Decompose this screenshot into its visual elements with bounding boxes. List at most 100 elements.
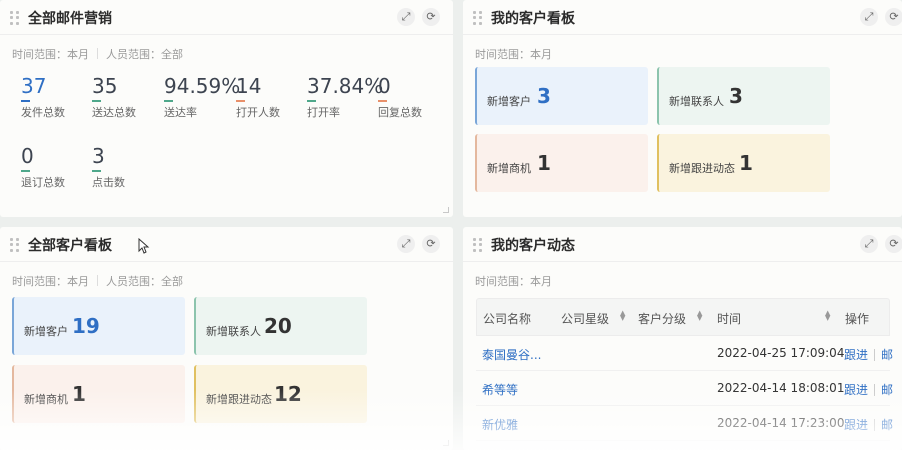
stat-label: 打开人数 [236, 106, 280, 119]
mouse-cursor-icon [138, 238, 150, 254]
follow-up-link[interactable]: 跟进 [844, 348, 868, 362]
stat-label: 回复总数 [378, 106, 422, 119]
stat-underline [378, 100, 387, 102]
stat-label: 打开率 [307, 106, 340, 119]
stat-reply-total[interactable]: 0 回复总数 [378, 74, 450, 120]
time-range: 时间范围：本月 [12, 275, 89, 288]
stat-delivery-rate: 94.59% 送达率 [164, 74, 241, 120]
follow-up-link[interactable]: 跟进 [844, 418, 868, 432]
panel-header: 我的客户动态 ⤢ ⟳ [463, 227, 902, 262]
card-value: 20 [264, 314, 292, 338]
card-new-customers[interactable]: 新增客户 19 [12, 297, 185, 355]
panel-title: 全部客户看板 [28, 238, 112, 254]
filter-meta: 时间范围：本月 人员范围：全部 [12, 46, 183, 62]
stat-underline [21, 170, 30, 172]
col-company-name[interactable]: 公司名称 [483, 310, 531, 327]
card-new-customers[interactable]: 新增客户 3 [475, 67, 648, 125]
card-label: 新增跟进动态 [206, 393, 272, 406]
col-time[interactable]: 时间 [717, 310, 741, 327]
stat-label: 送达率 [164, 106, 197, 119]
sort-icon[interactable]: ▲ ▼ [697, 310, 702, 322]
stat-value: 0 [378, 74, 391, 98]
company-name-link[interactable]: 希等等 [482, 381, 518, 398]
expand-icon[interactable]: ⤢ [860, 8, 878, 26]
stat-value: 35 [92, 74, 118, 98]
table-row: 新优雅 2022-04-14 17:23:00 跟进邮 [476, 406, 893, 441]
drag-handle-icon[interactable] [473, 238, 482, 252]
row-time: 2022-04-25 17:09:04 [717, 346, 845, 360]
stat-opened-people[interactable]: 14 打开人数 [236, 74, 308, 120]
time-range: 时间范围：本月 [475, 48, 552, 61]
refresh-icon[interactable]: ⟳ [422, 8, 440, 26]
refresh-icon[interactable]: ⟳ [422, 235, 440, 253]
people-range: 人员范围：全部 [106, 48, 183, 61]
filter-meta: 时间范围：本月 人员范围：全部 [12, 273, 183, 289]
stat-underline [236, 100, 245, 102]
follow-up-link[interactable]: 跟进 [844, 383, 868, 397]
drag-handle-icon[interactable] [10, 238, 19, 252]
panel-header: 全部邮件营销 ⤢ ⟳ [0, 0, 453, 35]
mail-link[interactable]: 邮 [881, 348, 893, 362]
card-value: 19 [72, 314, 100, 338]
card-value: 12 [274, 382, 302, 406]
resize-handle-icon[interactable] [443, 207, 449, 213]
expand-icon[interactable]: ⤢ [397, 8, 415, 26]
row-time: 2022-04-14 18:08:01 [717, 381, 845, 395]
col-customer-grade[interactable]: 客户分级 [638, 310, 686, 327]
card-label: 新增联系人 [206, 325, 261, 338]
stat-value: 37 [21, 74, 47, 98]
card-label: 新增联系人 [669, 95, 724, 108]
card-label: 新增客户 [24, 325, 68, 338]
refresh-icon[interactable]: ⟳ [885, 235, 902, 253]
card-value: 1 [72, 382, 86, 406]
stat-value: 3 [92, 144, 105, 168]
stat-value: 0 [21, 144, 34, 168]
time-range: 时间范围：本月 [12, 48, 89, 61]
stat-underline [92, 170, 101, 172]
resize-handle-icon[interactable] [443, 440, 449, 446]
expand-icon[interactable]: ⤢ [860, 235, 878, 253]
sort-icon[interactable]: ▲ ▼ [825, 310, 830, 322]
table-row: 希等等 2022-04-14 18:08:01 跟进邮 [476, 371, 893, 406]
mail-link[interactable]: 邮 [881, 418, 893, 432]
stat-unsubscribe-total[interactable]: 0 退订总数 [21, 144, 93, 190]
time-range: 时间范围：本月 [475, 275, 552, 288]
card-new-contacts[interactable]: 新增联系人 20 [194, 297, 367, 355]
sort-icon[interactable]: ▲ ▼ [620, 310, 625, 322]
card-new-followups[interactable]: 新增跟进动态 12 [194, 365, 367, 423]
col-company-stars[interactable]: 公司星级 [561, 310, 609, 327]
card-new-followups[interactable]: 新增跟进动态 1 [657, 134, 830, 192]
panel-header: 我的客户看板 ⤢ ⟳ [463, 0, 902, 35]
stat-value: 37.84% [307, 74, 384, 98]
drag-handle-icon[interactable] [473, 11, 482, 25]
expand-icon[interactable]: ⤢ [397, 235, 415, 253]
stat-delivered-total[interactable]: 35 送达总数 [92, 74, 164, 120]
drag-handle-icon[interactable] [10, 11, 19, 25]
row-actions: 跟进邮 [844, 346, 893, 363]
company-name-link[interactable]: 新优雅 [482, 416, 518, 433]
stat-underline [307, 100, 316, 102]
card-label: 新增跟进动态 [669, 162, 735, 175]
people-range: 人员范围：全部 [106, 275, 183, 288]
card-new-opportunities[interactable]: 新增商机 1 [475, 134, 648, 192]
stat-click-count[interactable]: 3 点击数 [92, 144, 164, 190]
stat-sent-total[interactable]: 37 发件总数 [21, 74, 93, 120]
stat-underline [92, 100, 101, 102]
card-value: 1 [537, 151, 551, 175]
refresh-icon[interactable]: ⟳ [885, 8, 902, 26]
stat-value: 14 [236, 74, 262, 98]
row-actions: 跟进邮 [844, 381, 893, 398]
card-label: 新增商机 [24, 393, 68, 406]
panel-title: 我的客户看板 [491, 11, 575, 27]
stat-underline [21, 100, 30, 102]
company-name-link[interactable]: 泰国曼谷... [482, 346, 541, 363]
mail-link[interactable]: 邮 [881, 383, 893, 397]
row-time: 2022-04-14 17:23:00 [717, 416, 845, 430]
all-customer-board-panel: 全部客户看板 ⤢ ⟳ 时间范围：本月 人员范围：全部 新增客户 19 新增联系人 … [0, 227, 453, 450]
card-new-opportunities[interactable]: 新增商机 1 [12, 365, 185, 423]
table-row: 泰国曼谷... 2022-04-25 17:09:04 跟进邮 [476, 336, 893, 371]
card-new-contacts[interactable]: 新增联系人 3 [657, 67, 830, 125]
stat-value: 94.59% [164, 74, 241, 98]
card-value: 1 [739, 151, 753, 175]
card-label: 新增客户 [487, 95, 531, 108]
